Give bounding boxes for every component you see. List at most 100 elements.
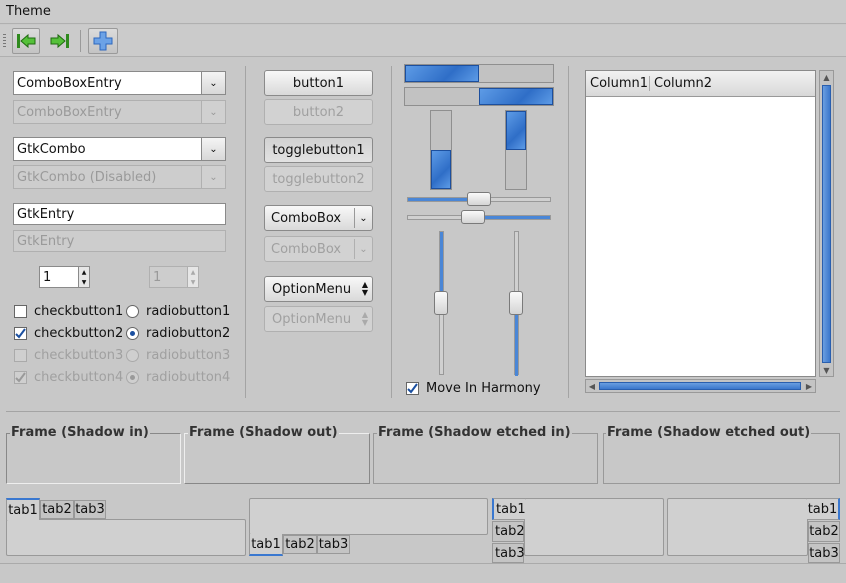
checkbutton1-box[interactable] — [14, 305, 27, 318]
spin-button-disabled-value: 1 — [153, 269, 162, 285]
vscale-1-handle[interactable] — [434, 291, 448, 315]
checkmark-icon — [15, 372, 26, 383]
optionmenu-label: OptionMenu — [272, 281, 352, 297]
gtk-combo-disabled-arrow: ⌄ — [201, 166, 225, 188]
combobox-button[interactable]: ComboBox ⌄ — [264, 205, 373, 231]
spin-button-value: 1 — [43, 269, 52, 285]
scroll-down-icon[interactable]: ▼ — [820, 364, 833, 376]
notebook-bottom-panel — [249, 498, 488, 535]
chevron-down-icon: ⌄ — [209, 171, 218, 183]
radiobutton2-label[interactable]: radiobutton2 — [146, 326, 230, 341]
notebook-top-tab3[interactable]: tab3 — [74, 500, 106, 519]
frame-shadow-etched-out-label: Frame (Shadow etched out) — [606, 425, 812, 440]
notebook-bottom-tab1[interactable]: tab1 — [249, 534, 283, 556]
togglebutton2: togglebutton2 — [264, 166, 373, 192]
chevron-down-icon: ⌄ — [354, 239, 372, 259]
gtk-combo-disabled: GtkCombo (Disabled) ⌄ — [13, 165, 226, 189]
radiobutton3-label: radiobutton3 — [146, 348, 231, 363]
progress-bar-v2 — [505, 110, 527, 190]
togglebutton1[interactable]: togglebutton1 — [264, 137, 373, 163]
progress-bar-v1 — [430, 110, 452, 190]
arrow-up-icon: ▲ — [190, 268, 196, 276]
checkbutton1-label[interactable]: checkbutton1 — [34, 304, 123, 319]
frame-shadow-etched-in-label: Frame (Shadow etched in) — [377, 425, 572, 440]
frame-shadow-in — [6, 433, 181, 484]
arrow-up-icon[interactable]: ▲ — [82, 269, 87, 276]
menu-theme[interactable]: Theme — [6, 4, 51, 19]
hscale-2-fill — [474, 216, 550, 219]
progress-bar-h1 — [404, 64, 554, 83]
goto-last-icon — [50, 33, 69, 49]
checkbutton2-box[interactable] — [14, 327, 27, 340]
checkbutton4-box — [14, 371, 27, 384]
notebook-top-tab1[interactable]: tab1 — [6, 498, 40, 520]
notebook-top-tab2[interactable]: tab2 — [40, 500, 74, 519]
notebook-right-panel — [667, 498, 808, 556]
progress-fill-h1 — [405, 65, 479, 82]
goto-first-button[interactable] — [12, 28, 40, 54]
column1-header[interactable]: Column1 — [586, 76, 650, 91]
scroll-right-icon[interactable]: ▶ — [803, 380, 815, 392]
separator-horizontal — [6, 411, 840, 412]
notebook-left-tab2[interactable]: tab2 — [492, 521, 525, 542]
optionmenu-disabled-label: OptionMenu — [272, 311, 352, 327]
vscale-2-handle[interactable] — [509, 291, 523, 315]
tree-hscrollbar[interactable]: ◀ ▶ — [585, 379, 816, 393]
frame-shadow-etched-out — [603, 433, 840, 484]
combo-box-entry-text: ComboBoxEntry — [17, 75, 122, 91]
notebook-left-tab1[interactable]: tab1 — [492, 498, 526, 520]
notebook-right-tab3[interactable]: tab3 — [808, 543, 840, 563]
gtk-combo-text: GtkCombo — [17, 141, 86, 157]
optionmenu-button[interactable]: OptionMenu ▲ ▼ — [264, 276, 373, 302]
scroll-left-icon[interactable]: ◀ — [586, 380, 598, 392]
gtk-combo[interactable]: GtkCombo ⌄ — [13, 137, 226, 161]
move-in-harmony-box[interactable] — [406, 382, 419, 395]
combo-box-entry-disabled: ComboBoxEntry ⌄ — [13, 100, 226, 124]
goto-first-icon — [17, 33, 36, 49]
arrow-down-icon: ▼ — [190, 278, 196, 286]
spin-button-arrows[interactable]: ▲ ▼ — [78, 267, 89, 287]
spin-button-disabled: 1 ▲ ▼ — [149, 266, 199, 288]
goto-last-button[interactable] — [46, 28, 74, 54]
hscale-2-handle[interactable] — [461, 210, 485, 224]
combo-box-entry-arrow[interactable]: ⌄ — [201, 72, 225, 94]
notebook-left-panel — [524, 498, 664, 556]
plus-icon — [93, 31, 113, 51]
separator-1 — [245, 66, 246, 398]
chevron-down-icon: ⌄ — [209, 77, 218, 89]
progress-fill-h2 — [479, 88, 553, 105]
gtk-combo-arrow[interactable]: ⌄ — [201, 138, 225, 160]
column2-header[interactable]: Column2 — [650, 76, 716, 91]
tree-vscrollbar[interactable]: ▲ ▼ — [819, 70, 834, 377]
gtk-entry-disabled-text: GtkEntry — [17, 233, 75, 249]
frame-shadow-etched-in — [373, 433, 598, 484]
vscroll-thumb[interactable] — [822, 85, 831, 363]
hscale-1-handle[interactable] — [467, 192, 491, 206]
notebook-left-tab3[interactable]: tab3 — [492, 543, 525, 563]
notebook-bottom-tab2[interactable]: tab2 — [283, 535, 317, 554]
checkbutton2-label[interactable]: checkbutton2 — [34, 326, 123, 341]
hscroll-thumb[interactable] — [599, 382, 801, 390]
scroll-up-icon[interactable]: ▲ — [820, 71, 833, 83]
progress-bar-h2 — [404, 87, 554, 106]
gtk-entry[interactable]: GtkEntry — [13, 203, 226, 225]
tree-view[interactable]: Column1 Column2 — [585, 70, 816, 377]
notebook-right-tab2[interactable]: tab2 — [808, 521, 840, 542]
spin-button[interactable]: 1 ▲ ▼ — [39, 266, 90, 288]
notebook-right-tab1[interactable]: tab1 — [807, 498, 840, 520]
checkmark-icon — [15, 328, 26, 339]
radiobutton4-label: radiobutton4 — [146, 370, 231, 385]
radiobutton1-label[interactable]: radiobutton1 — [146, 304, 230, 319]
updown-icon: ▲ ▼ — [361, 280, 368, 297]
move-in-harmony-label[interactable]: Move In Harmony — [426, 381, 541, 396]
gtk-entry-text: GtkEntry — [17, 206, 75, 222]
button1[interactable]: button1 — [264, 70, 373, 96]
toolbar-grip[interactable] — [3, 34, 6, 48]
radiobutton2-circle[interactable] — [126, 327, 139, 340]
add-button[interactable] — [88, 28, 118, 54]
arrow-down-icon[interactable]: ▼ — [82, 279, 87, 286]
notebook-bottom-tab3[interactable]: tab3 — [317, 535, 350, 554]
combo-box-entry[interactable]: ComboBoxEntry ⌄ — [13, 71, 226, 95]
button2: button2 — [264, 99, 373, 125]
radiobutton1-circle[interactable] — [126, 305, 139, 318]
